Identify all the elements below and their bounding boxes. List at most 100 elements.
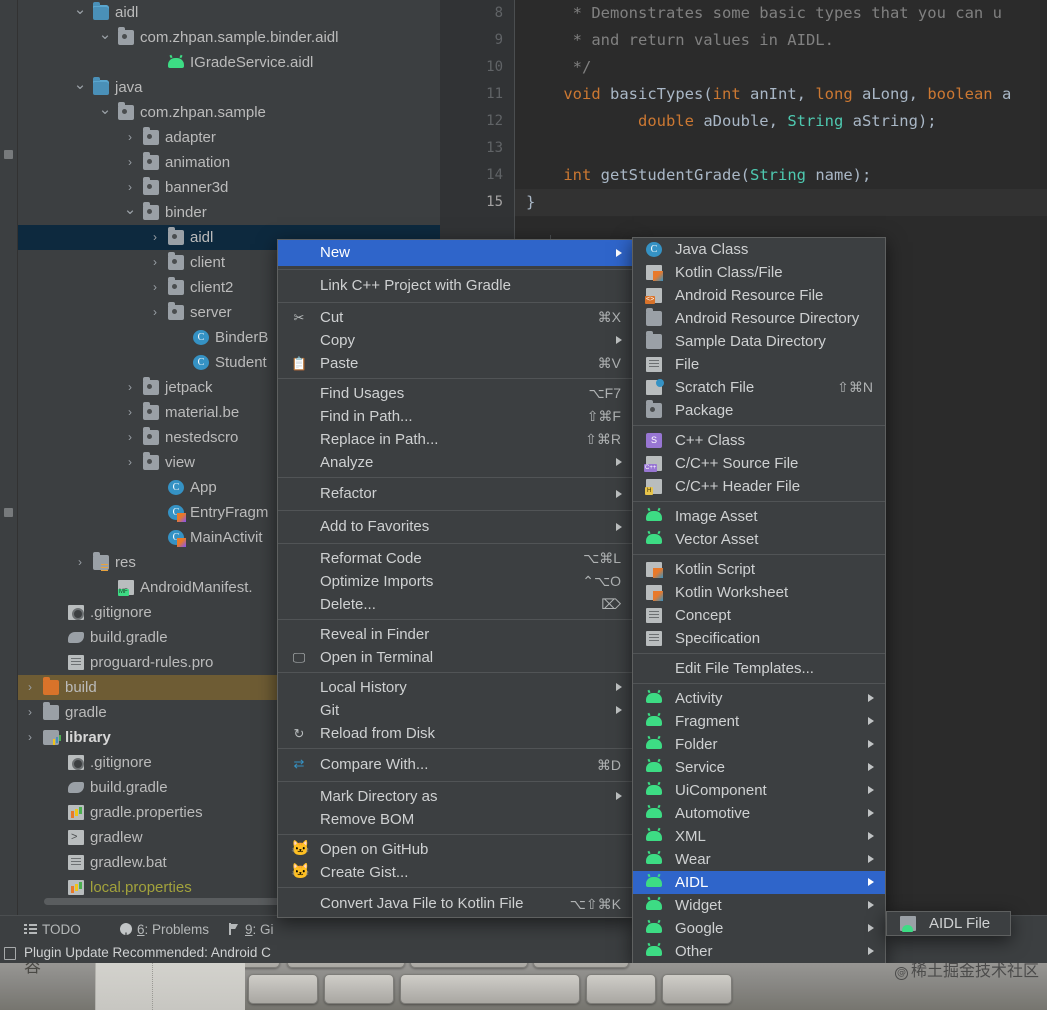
menu-item[interactable]: Folder [633,733,885,756]
menu-item[interactable]: Google [633,917,885,940]
tree-expand-icon[interactable]: › [123,125,137,150]
status-problems[interactable]: 6: Problems [120,916,209,950]
menu-item[interactable]: C/C++ Header File [633,475,885,498]
tool-strip-tab-build[interactable] [2,300,16,420]
tree-row[interactable]: ⌄ java [18,75,440,100]
menu-item[interactable]: Reformat Code ⌥⌘L [278,547,633,570]
menu-item[interactable]: New [278,240,633,266]
tree-expand-icon[interactable]: › [123,425,137,450]
menu-item[interactable]: Activity [633,687,885,710]
menu-item[interactable]: Convert Java File to Kotlin File ⌥⇧⌘K [278,891,633,917]
menu-item[interactable]: Image Asset [633,505,885,528]
menu-item[interactable]: Find Usages ⌥F7 [278,382,633,405]
project-context-menu[interactable]: New Link C++ Project with Gradle ✂ Cut ⌘X Cop… [277,239,634,918]
menu-item[interactable]: Widget [633,894,885,917]
tree-expand-icon[interactable]: › [123,450,137,475]
menu-item[interactable]: Scratch File ⇧⌘N [633,376,885,399]
status-git[interactable]: 9: Gi [228,916,274,944]
menu-item[interactable]: Service [633,756,885,779]
tree-row[interactable]: › adapter [18,125,440,150]
menu-item[interactable]: Other [633,940,885,963]
tree-row[interactable]: ⌄ com.zhpan.sample.binder.aidl [18,25,440,50]
tree-row[interactable]: ⌄ com.zhpan.sample [18,100,440,125]
menu-item[interactable]: C Java Class [633,238,885,261]
tree-expand-icon[interactable]: › [148,300,162,325]
tree-expand-icon[interactable]: › [148,225,162,250]
tree-expand-icon[interactable]: › [148,275,162,300]
editor-line[interactable]: int getStudentGrade(String name); [526,162,1047,189]
menu-item[interactable]: Replace in Path... ⇧⌘R [278,428,633,451]
menu-item[interactable]: Vector Asset [633,528,885,551]
menu-item[interactable]: C/C++ Source File [633,452,885,475]
menu-item[interactable]: Kotlin Class/File [633,261,885,284]
tree-expand-icon[interactable]: › [123,150,137,175]
tree-collapse-icon[interactable]: ⌄ [73,75,87,95]
menu-item[interactable]: Edit File Templates... [633,657,885,680]
menu-item[interactable]: File [633,353,885,376]
tree-expand-icon[interactable]: › [123,175,137,200]
menu-item[interactable]: Sample Data Directory [633,330,885,353]
menu-item[interactable]: Reveal in Finder [278,623,633,646]
menu-item[interactable]: Copy [278,329,633,352]
menu-item[interactable]: Link C++ Project with Gradle [278,273,633,299]
tree-expand-icon[interactable]: › [123,375,137,400]
menu-item[interactable]: Android Resource Directory [633,307,885,330]
tree-row[interactable]: ⌄ aidl [18,0,440,25]
tree-row[interactable]: IGradeService.aidl [18,50,440,75]
menu-item[interactable]: Delete... ⌦ [278,593,633,616]
editor-line[interactable]: double aDouble, String aString); [526,108,1047,135]
menu-item[interactable]: 📋 Paste ⌘V [278,352,633,375]
menu-item[interactable]: ✂ Cut ⌘X [278,306,633,329]
tree-expand-icon[interactable]: › [148,250,162,275]
notification-bar[interactable]: Plugin Update Recommended: Android C [0,943,1047,963]
tree-row[interactable]: › animation [18,150,440,175]
tree-collapse-icon[interactable]: ⌄ [98,100,112,120]
editor-line[interactable]: * and return values in AIDL. [526,27,1047,54]
menu-item[interactable]: Git [278,699,633,722]
menu-item[interactable]: Add to Favorites [278,514,633,540]
menu-item[interactable]: Optimize Imports ⌃⌥O [278,570,633,593]
menu-item[interactable]: ↻ Reload from Disk [278,722,633,745]
status-todo[interactable]: TODO [24,916,81,944]
tool-strip-icon-2[interactable] [4,508,13,517]
tool-strip-icon-1[interactable] [4,150,13,159]
editor-line[interactable] [526,135,1047,162]
editor-line[interactable]: * Demonstrates some basic types that you… [526,0,1047,27]
menu-item[interactable]: Concept [633,604,885,627]
tree-expand-icon[interactable]: › [123,400,137,425]
menu-item[interactable]: UiComponent [633,779,885,802]
tree-collapse-icon[interactable]: ⌄ [98,25,112,45]
tree-expand-icon[interactable]: › [23,700,37,725]
tree-collapse-icon[interactable]: ⌄ [123,200,137,220]
menu-item[interactable]: 🐱 Open on GitHub [278,838,633,861]
tree-collapse-icon[interactable]: ⌄ [73,0,87,20]
notification-text[interactable]: Plugin Update Recommended: Android C [24,943,271,963]
menu-item[interactable]: XML [633,825,885,848]
menu-item[interactable]: Wear [633,848,885,871]
menu-item[interactable]: Remove BOM [278,808,633,831]
menu-item[interactable]: Package [633,399,885,422]
menu-item[interactable]: 🐱 Create Gist... [278,861,633,884]
tree-row[interactable]: › banner3d [18,175,440,200]
menu-item[interactable]: Automotive [633,802,885,825]
menu-item[interactable]: Android Resource File [633,284,885,307]
menu-item[interactable]: S C++ Class [633,429,885,452]
tree-row[interactable]: ⌄ binder [18,200,440,225]
menu-item[interactable]: Refactor [278,481,633,507]
new-submenu[interactable]: C Java Class Kotlin Class/File Android Reso… [632,237,886,963]
menu-item[interactable]: Fragment [633,710,885,733]
tool-strip-tab-favorites[interactable] [2,600,16,740]
aidl-submenu[interactable]: AIDL File [886,911,1011,936]
editor-line[interactable]: } [526,189,1047,216]
menu-item[interactable]: Specification [633,627,885,650]
editor-line[interactable]: void basicTypes(int anInt, long aLong, b… [526,81,1047,108]
tree-expand-icon[interactable]: › [23,725,37,750]
menu-item[interactable]: Kotlin Script [633,558,885,581]
menu-item[interactable]: AIDL [633,871,885,894]
menu-item[interactable]: ⇄ Compare With... ⌘D [278,752,633,778]
menu-item[interactable]: 🖵 Open in Terminal [278,646,633,669]
tree-expand-icon[interactable]: › [23,675,37,700]
menu-item[interactable]: Mark Directory as [278,785,633,808]
menu-item[interactable]: AIDL File [887,912,1010,935]
menu-item[interactable]: Local History [278,676,633,699]
